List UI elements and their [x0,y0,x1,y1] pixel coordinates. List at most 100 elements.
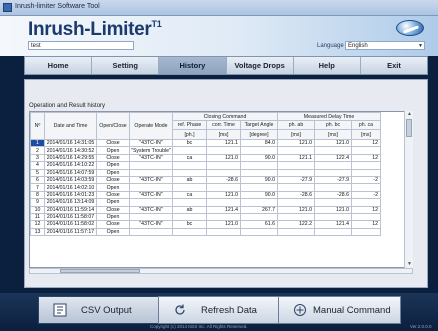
nav-bar: Home Setting History Voltage Drops Help … [24,56,428,75]
table-cell-ab [277,227,315,237]
table-cell-ref [172,146,207,155]
table-row[interactable]: 9 2014/01/16 13:14:09 Open [30,198,381,207]
version-text: Ver.2.0.0.0 [410,324,432,329]
table-cell-tgt [240,161,278,170]
table-cell-ca: 12 [351,153,381,163]
table-cell-oc: Open [96,227,130,237]
table-cell-tgt [240,183,278,192]
table-cell-corr: -28.6 [206,175,241,185]
table-cell-mode [129,198,173,207]
tab-help[interactable]: Help [293,57,361,74]
unit-ph-bc: [ms] [314,129,352,140]
table-cell-ref: ca [172,153,207,163]
unit-ph-ca: [ms] [351,129,381,140]
scroll-up-icon[interactable]: ▲ [405,111,414,118]
history-rows: 1 2014/01/16 14:31:05 Close "43TC-IN" bc 121.… [30,138,381,237]
table-row[interactable]: 4 2014/01/16 14:10:22 Open [30,161,381,170]
table-cell-tgt [240,227,278,237]
table-cell-tgt: 84.0 [240,138,278,148]
table-cell-corr: 121.0 [206,153,241,163]
table-row[interactable]: 11 2014/01/16 11:58:07 Open [30,212,381,222]
vertical-scrollbar[interactable]: ▲ ▼ [404,111,413,268]
table-cell-tgt: 90.0 [240,153,278,163]
tab-voltage-drops[interactable]: Voltage Drops [226,57,294,74]
table-cell-dt: 2014/01/16 14:01:23 [44,190,97,200]
table-cell-dt: 2014/01/16 11:59:14 [44,205,97,214]
table-cell-tgt: 90.0 [240,175,278,185]
col-header-ph-bc: ph. bc [314,120,352,130]
hscrollbar-thumb[interactable] [60,269,140,273]
col-header-ph-ab: ph. ab [277,120,315,130]
table-cell-dt: 2014/01/16 11:58:02 [44,220,97,229]
table-row[interactable]: 6 2014/01/16 14:03:59 Close "43TC-IN" ab -28.… [30,175,381,185]
table-cell-dt: 2014/01/16 14:10:22 [44,161,97,170]
unit-ref-phase: [ph.] [172,129,207,140]
table-row[interactable]: 2 2014/01/16 14:30:52 Open "System Trouble" [30,146,381,155]
table-cell-ab [277,198,315,207]
table-cell-no: 10 [30,205,45,214]
table-cell-corr [206,227,241,237]
scroll-down-icon[interactable]: ▼ [405,261,414,268]
table-cell-oc: Open [96,161,130,170]
table-cell-corr [206,161,241,170]
table-cell-ab [277,161,315,170]
table-cell-ca: -2 [351,190,381,200]
table-cell-mode [129,161,173,170]
tab-history[interactable]: History [159,57,227,74]
table-row[interactable]: 5 2014/01/16 14:07:59 Open [30,168,381,177]
table-cell-corr [206,183,241,192]
table-cell-ab [277,212,315,222]
table-cell-tgt: 90.0 [240,190,278,200]
table-cell-no: 8 [30,190,45,200]
table-cell-oc: Close [96,138,130,148]
tab-setting[interactable]: Setting [92,57,160,74]
table-cell-ref: ab [172,175,207,185]
table-cell-dt: 2014/01/16 14:29:55 [44,153,97,163]
table-cell-no: 4 [30,161,45,170]
tab-exit[interactable]: Exit [360,57,428,74]
name-text-field[interactable]: test [28,41,134,50]
table-cell-corr: 121.0 [206,220,241,229]
tab-home[interactable]: Home [25,57,93,74]
table-cell-mode: "43TC-IN" [129,190,173,200]
table-row[interactable]: 10 2014/01/16 11:59:14 Close "43TC-IN" ab 121… [30,205,381,214]
table-cell-corr [206,212,241,222]
table-cell-dt: 2014/01/16 14:02:10 [44,183,97,192]
table-cell-dt: 2014/01/16 11:58:07 [44,212,97,222]
horizontal-scrollbar[interactable] [29,268,413,274]
app-title-mark: T1 [151,19,162,29]
table-row[interactable]: 13 2014/01/16 11:57:17 Open [30,227,381,237]
table-row[interactable]: 3 2014/01/16 14:29:55 Close "43TC-IN" ca 121.… [30,153,381,163]
table-cell-ca [351,168,381,177]
table-cell-ab: 122.2 [277,220,315,229]
table-cell-no: 13 [30,227,45,237]
table-cell-mode [129,227,173,237]
scrollbar-thumb[interactable] [406,119,412,137]
csv-output-button[interactable]: CSV Output [38,296,159,324]
app-window: Inrush-limiter Software Tool Inrush-Limi… [0,0,438,331]
refresh-data-button[interactable]: Refresh Data [158,296,279,324]
copyright-text: Copyright (c) 2014 KES Inc. All Rights R… [150,324,248,329]
table-cell-mode: "43TC-IN" [129,220,173,229]
manual-command-button[interactable]: Manual Command [278,296,401,324]
table-cell-dt: 2014/01/16 14:07:59 [44,168,97,177]
table-cell-tgt [240,168,278,177]
table-cell-ref: bc [172,220,207,229]
col-header-corr-time: corr. Time [206,120,241,130]
table-cell-oc: Close [96,190,130,200]
table-cell-no: 6 [30,175,45,185]
table-row[interactable]: 1 2014/01/16 14:31:05 Close "43TC-IN" bc 121.… [30,138,381,148]
language-select[interactable]: English ▼ [345,41,425,50]
table-cell-oc: Open [96,146,130,155]
table-row[interactable]: 7 2014/01/16 14:02:10 Open [30,183,381,192]
unit-target-angle: [degree] [240,129,278,140]
table-cell-ca: 12 [351,220,381,229]
table-cell-ab [277,183,315,192]
table-cell-ref: ab [172,205,207,214]
table-cell-corr: 121.4 [206,205,241,214]
table-row[interactable]: 12 2014/01/16 11:58:02 Close "43TC-IN" bc 121… [30,220,381,229]
table-cell-oc: Close [96,205,130,214]
table-row[interactable]: 8 2014/01/16 14:01:23 Close "43TC-IN" ca 121.… [30,190,381,200]
table-cell-dt: 2014/01/16 14:03:59 [44,175,97,185]
table-cell-dt: 2014/01/16 11:57:17 [44,227,97,237]
